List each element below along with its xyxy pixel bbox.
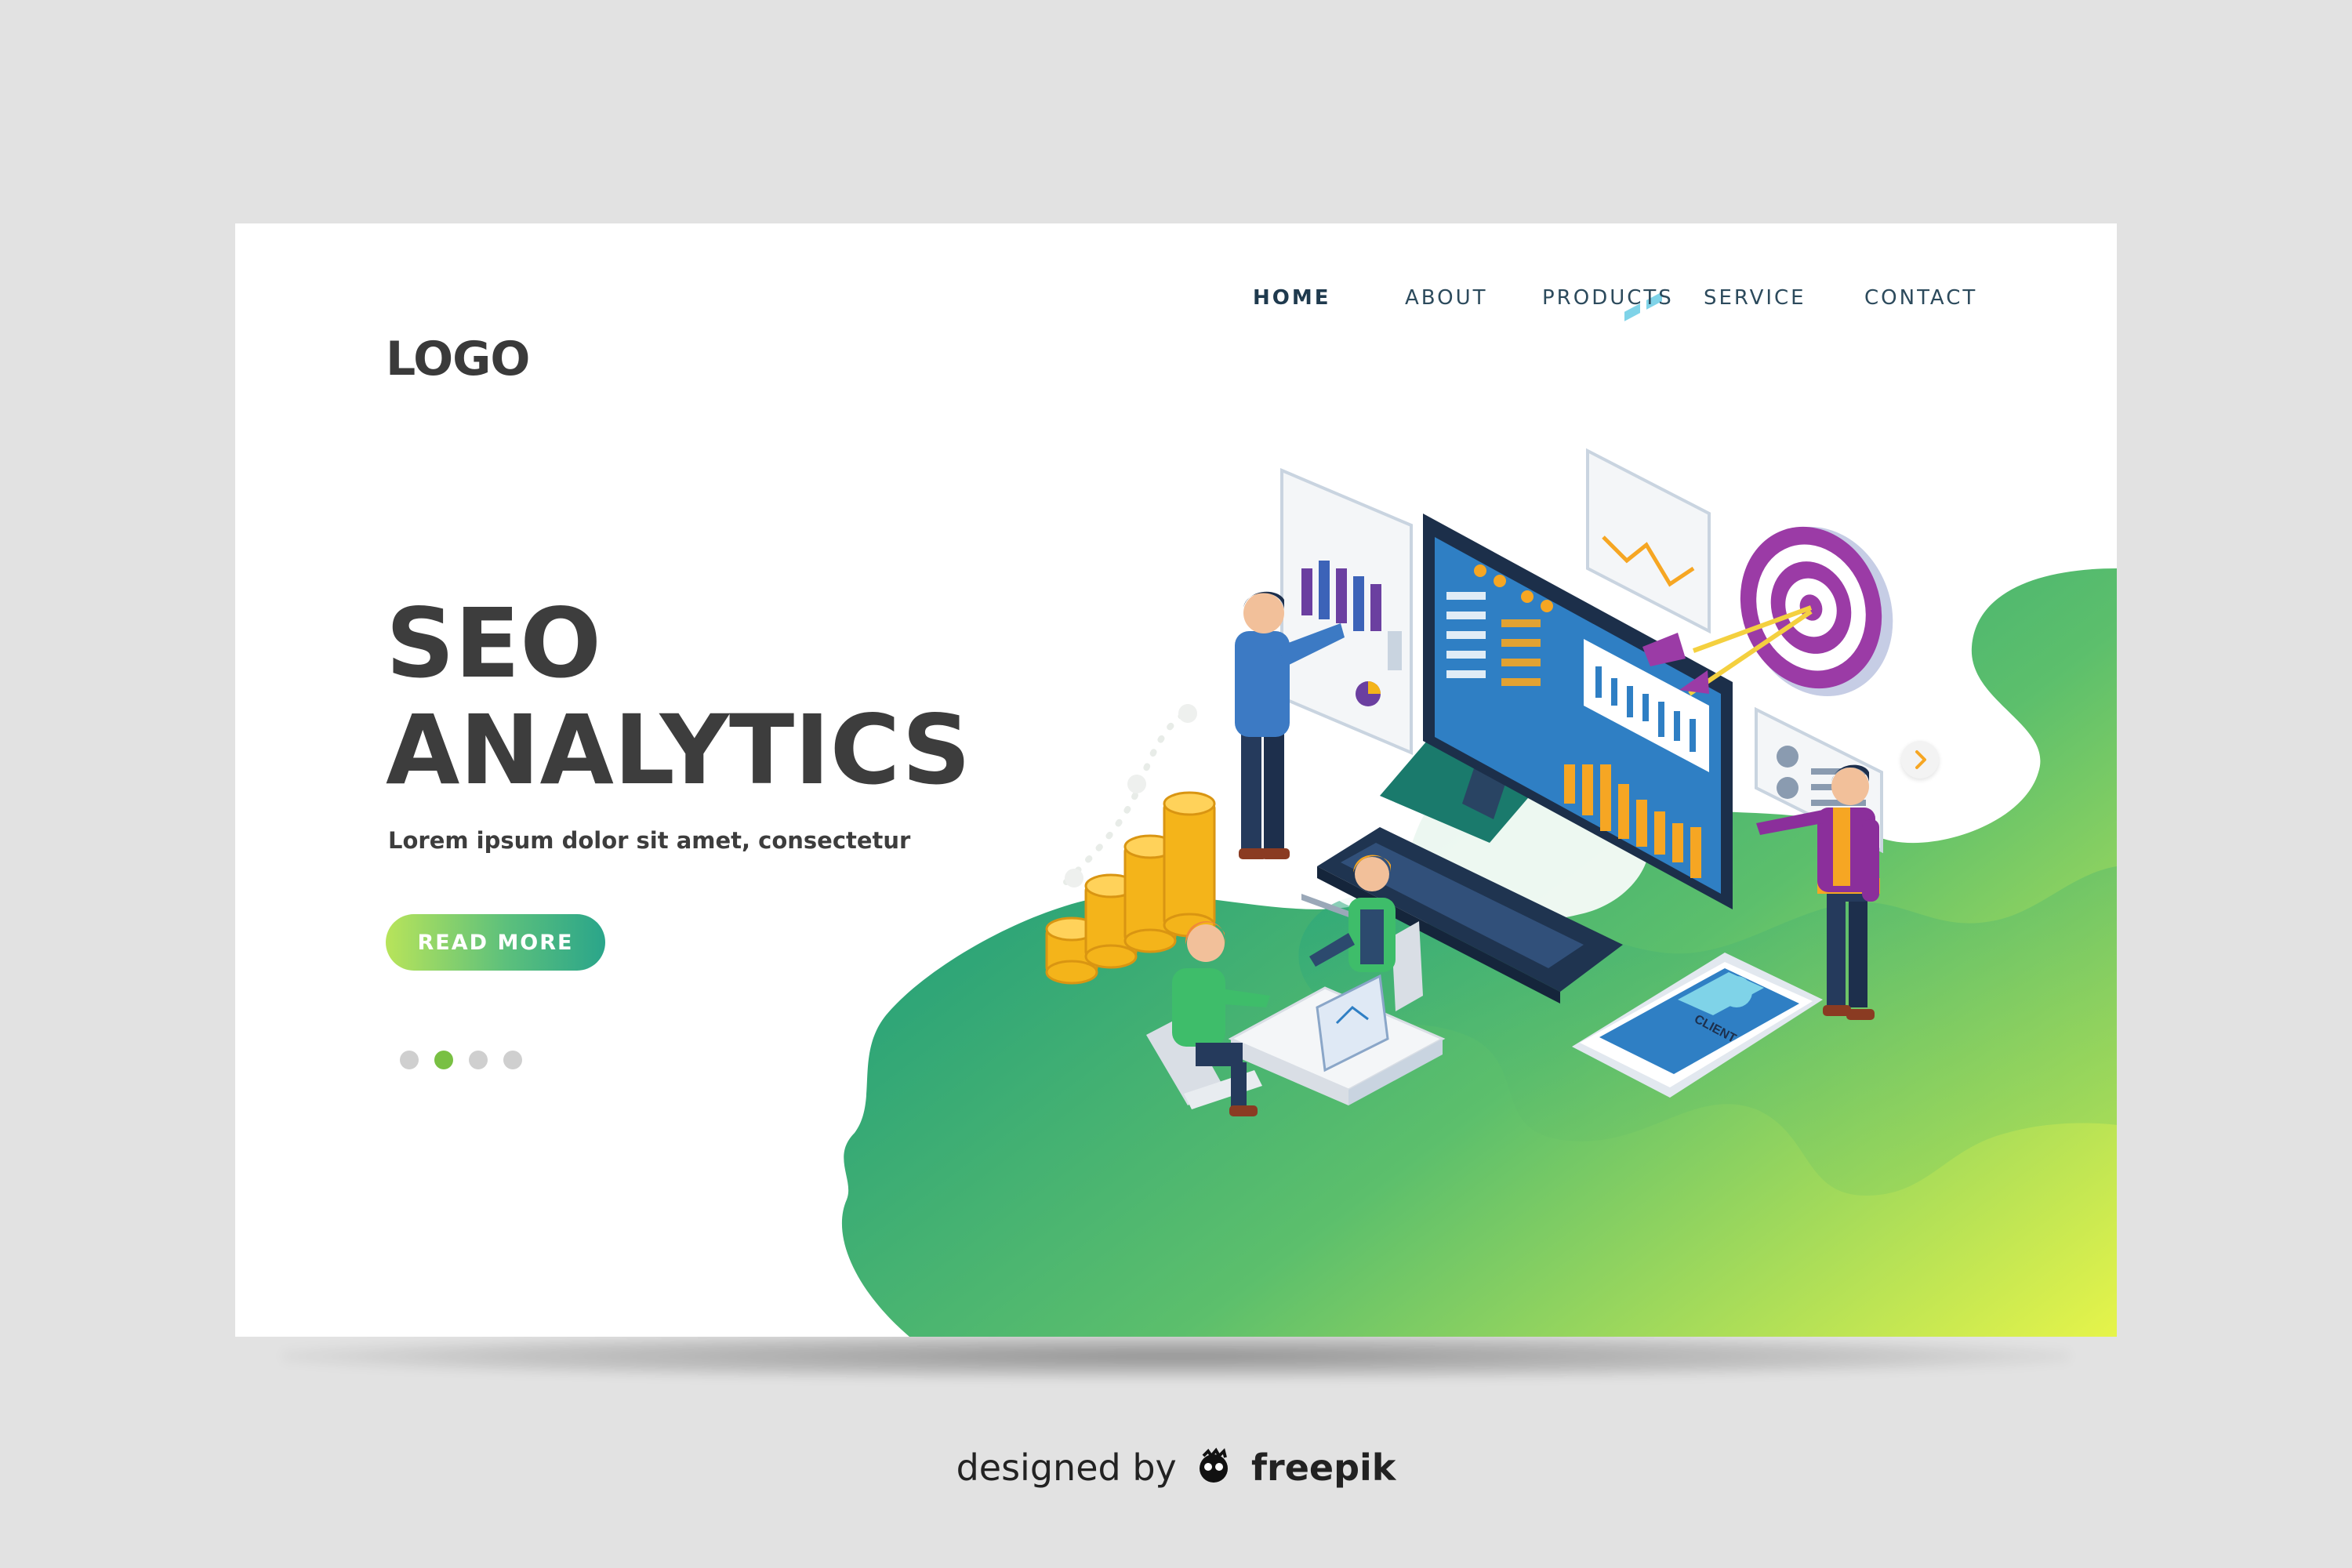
carousel-dot-3[interactable] (469, 1051, 488, 1069)
hero-title: SEO ANALYTICS (386, 590, 971, 804)
carousel-dot-4[interactable] (503, 1051, 522, 1069)
carousel-dot-1[interactable] (400, 1051, 419, 1069)
nav-products[interactable]: PRODUCTS (1542, 286, 1674, 310)
hero-title-line-2: ANALYTICS (386, 695, 971, 806)
read-more-button[interactable]: READ MORE (386, 914, 605, 971)
nav-service[interactable]: SERVICE (1704, 286, 1806, 310)
carousel-next-button[interactable] (1901, 741, 1939, 779)
freepik-logo-icon (1194, 1446, 1233, 1494)
credit-brand[interactable]: freepik (1251, 1446, 1396, 1489)
carousel-dot-2[interactable] (434, 1051, 453, 1069)
chevron-right-icon (1915, 750, 1926, 769)
logo[interactable]: LOGO (386, 332, 530, 387)
nav-about[interactable]: ABOUT (1405, 286, 1488, 310)
line-chart-panel (1586, 448, 1711, 634)
nav-contact[interactable]: CONTACT (1864, 286, 1977, 310)
nav-home[interactable]: HOME (1253, 286, 1331, 310)
main-nav: HOME ABOUT PRODUCTS SERVICE CONTACT (235, 286, 2117, 333)
credit-prefix: designed by (956, 1446, 1177, 1489)
landing-page-card: CLIENT LOGO HOME ABOUT PRODUCTS SERVICE … (235, 223, 2117, 1337)
card-shadow (282, 1333, 2070, 1380)
hero-title-line-1: SEO (386, 588, 601, 699)
hero-subtitle: Lorem ipsum dolor sit amet, consectetur (388, 827, 911, 854)
designer-credit: designed by freepik (0, 1446, 2352, 1494)
